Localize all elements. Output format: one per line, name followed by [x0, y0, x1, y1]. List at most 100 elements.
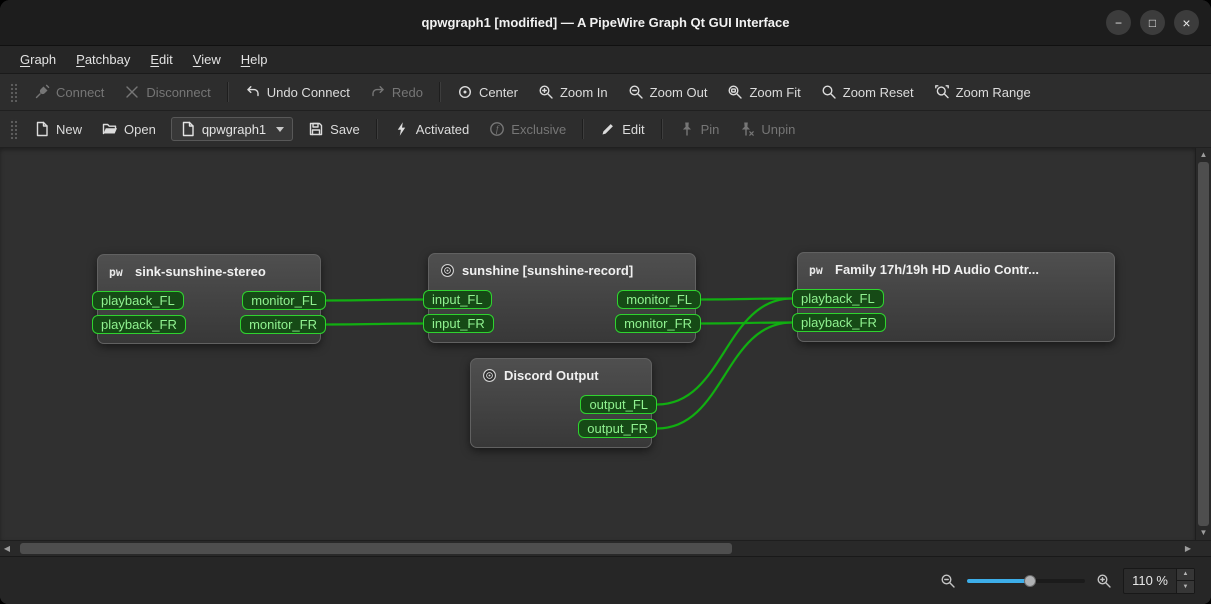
titlebar: qpwgraph1 [modified] — A PipeWire Graph …	[0, 0, 1211, 46]
menu-view[interactable]: View	[185, 49, 229, 70]
port-input-fl[interactable]: input_FL	[423, 290, 492, 309]
zoom-fit-icon	[727, 84, 743, 100]
horizontal-scroll-track[interactable]	[14, 541, 1181, 556]
exclusive-button[interactable]: fExclusive	[480, 116, 575, 142]
scroll-down-arrow-icon[interactable]: ▼	[1196, 526, 1211, 540]
connection-wires	[0, 148, 1195, 540]
zoom-reset-icon	[821, 84, 837, 100]
new-button[interactable]: New	[25, 116, 91, 142]
spin-down-button[interactable]: ▼	[1177, 581, 1194, 593]
zoom-out-icon[interactable]	[940, 573, 956, 589]
port-monitor-fl[interactable]: monitor_FL	[617, 290, 701, 309]
port-monitor-fr[interactable]: monitor_FR	[615, 314, 701, 333]
node-title: Family 17h/19h HD Audio Contr...	[835, 262, 1039, 277]
pin-button[interactable]: Pin	[670, 116, 729, 142]
zoom-slider-handle[interactable]	[1024, 575, 1036, 587]
port-playback-fr[interactable]: playback_FR	[792, 313, 886, 332]
node-sunshine[interactable]: sunshine [sunshine-record]input_FLmonito…	[428, 253, 696, 343]
close-button[interactable]: ×	[1174, 10, 1199, 35]
toolbar-grip[interactable]	[10, 82, 17, 102]
center-icon	[457, 84, 473, 100]
zoom-fit-button[interactable]: Zoom Fit	[718, 79, 809, 105]
port-playback-fl[interactable]: playback_FL	[792, 289, 884, 308]
zoom-slider[interactable]	[967, 573, 1085, 589]
undo-connect-button[interactable]: Undo Connect	[236, 79, 359, 105]
node-sink-sunshine-stereo[interactable]: pwsink-sunshine-stereoplayback_FLmonitor…	[97, 254, 321, 344]
toolbar-separator	[376, 119, 378, 139]
vertical-scroll-handle[interactable]	[1198, 162, 1209, 526]
menu-help[interactable]: Help	[233, 49, 276, 70]
save-button[interactable]: Save	[299, 116, 369, 142]
edit-icon	[600, 121, 616, 137]
vertical-scrollbar[interactable]: ▲ ▼	[1195, 148, 1211, 540]
svg-text:pw: pw	[809, 263, 823, 276]
menu-edit[interactable]: Edit	[142, 49, 180, 70]
open-button[interactable]: Open	[93, 116, 165, 142]
menubar: GraphPatchbayEditViewHelp	[0, 46, 1211, 74]
zoom-spinbox-value[interactable]: 110 %	[1124, 569, 1176, 593]
node-family-hda[interactable]: pwFamily 17h/19h HD Audio Contr...playba…	[797, 252, 1115, 342]
maximize-button[interactable]: □	[1140, 10, 1165, 35]
scroll-right-arrow-icon[interactable]: ▶	[1181, 541, 1195, 556]
port-playback-fr[interactable]: playback_FR	[92, 315, 186, 334]
file-icon	[180, 121, 196, 137]
activated-icon	[394, 121, 410, 137]
horizontal-scroll-handle[interactable]	[20, 543, 732, 554]
chevron-down-icon	[276, 127, 284, 132]
zoom-reset-button[interactable]: Zoom Reset	[812, 79, 923, 105]
app-window: qpwgraph1 [modified] — A PipeWire Graph …	[0, 0, 1211, 604]
zoom-out-icon	[628, 84, 644, 100]
connect-button[interactable]: Connect	[25, 79, 113, 105]
svg-text:f: f	[496, 124, 500, 135]
zoom-in-button[interactable]: Zoom In	[529, 79, 617, 105]
spin-up-button[interactable]: ▲	[1177, 569, 1194, 582]
node-discord-output[interactable]: Discord Outputoutput_FLoutput_FR	[470, 358, 652, 448]
scrollbar-corner	[1195, 541, 1211, 556]
port-input-fr[interactable]: input_FR	[423, 314, 494, 333]
node-title: sunshine [sunshine-record]	[462, 263, 633, 278]
zoom-spinbox[interactable]: 110 % ▲ ▼	[1123, 568, 1195, 594]
zoom-in-icon	[538, 84, 554, 100]
scroll-up-arrow-icon[interactable]: ▲	[1196, 148, 1211, 162]
horizontal-scrollbar[interactable]: ◀ ▶	[0, 541, 1195, 556]
port-monitor-fr[interactable]: monitor_FR	[240, 315, 326, 334]
graph-canvas[interactable]: pwsink-sunshine-stereoplayback_FLmonitor…	[0, 148, 1195, 540]
redo-button[interactable]: Redo	[361, 79, 432, 105]
port-monitor-fl[interactable]: monitor_FL	[242, 291, 326, 310]
menu-patchbay[interactable]: Patchbay	[68, 49, 138, 70]
exclusive-icon: f	[489, 121, 505, 137]
menu-graph[interactable]: Graph	[12, 49, 64, 70]
patchbay-file-combo[interactable]: qpwgraph1	[171, 117, 293, 141]
redo-icon	[370, 84, 386, 100]
zoom-range-button[interactable]: Zoom Range	[925, 79, 1040, 105]
disconnect-icon	[124, 84, 140, 100]
minimize-button[interactable]: −	[1106, 10, 1131, 35]
zoom-slider-fill	[967, 579, 1030, 583]
toolbar-separator	[582, 119, 584, 139]
toolbar-separator	[227, 82, 229, 102]
save-icon	[308, 121, 324, 137]
new-icon	[34, 121, 50, 137]
statusbar: 110 % ▲ ▼	[0, 556, 1211, 604]
port-output-fr[interactable]: output_FR	[578, 419, 657, 438]
port-output-fl[interactable]: output_FL	[580, 395, 657, 414]
combo-value: qpwgraph1	[202, 122, 266, 137]
toolbar-grip[interactable]	[10, 119, 17, 139]
connection-wire[interactable]	[326, 300, 423, 301]
toolbar-graph: ConnectDisconnectUndo ConnectRedoCenterZ…	[0, 74, 1211, 111]
unpin-icon	[739, 121, 755, 137]
connection-wire[interactable]	[326, 324, 423, 325]
center-button[interactable]: Center	[448, 79, 527, 105]
edit-button[interactable]: Edit	[591, 116, 653, 142]
port-playback-fl[interactable]: playback_FL	[92, 291, 184, 310]
app-icon	[440, 263, 455, 278]
zoom-out-button[interactable]: Zoom Out	[619, 79, 717, 105]
unpin-button[interactable]: Unpin	[730, 116, 804, 142]
vertical-scroll-track[interactable]	[1196, 162, 1211, 526]
zoom-in-icon[interactable]	[1096, 573, 1112, 589]
scroll-left-arrow-icon[interactable]: ◀	[0, 541, 14, 556]
activated-button[interactable]: Activated	[385, 116, 478, 142]
toolbar-patchbay: NewOpen qpwgraph1 Save ActivatedfExclusive E…	[0, 111, 1211, 148]
pin-icon	[679, 121, 695, 137]
disconnect-button[interactable]: Disconnect	[115, 79, 219, 105]
